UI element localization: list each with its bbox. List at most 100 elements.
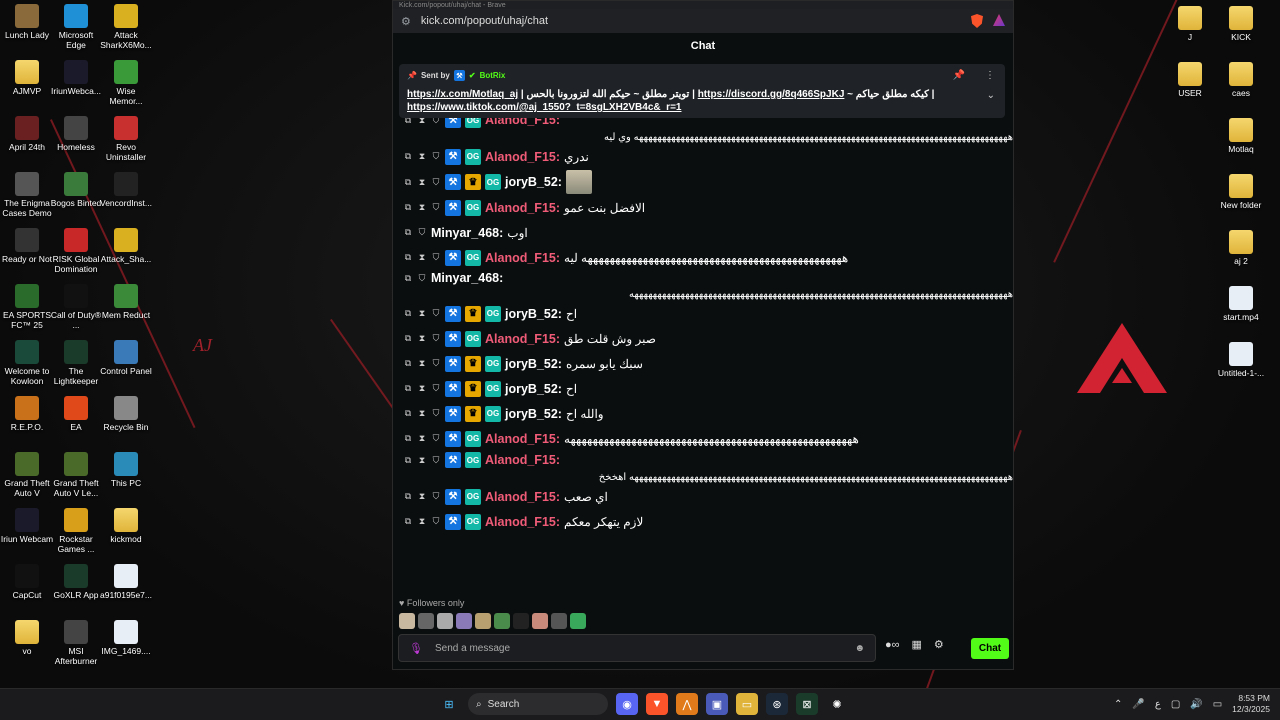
emote[interactable] [570, 613, 586, 629]
pinned-link-tiktok[interactable]: https://www.tiktok.com/@aj_1550?_t=8sgLX… [407, 102, 681, 113]
delete-icon[interactable]: ⧉ [403, 151, 413, 162]
timeout-icon[interactable]: ⧗ [417, 252, 427, 263]
timeout-icon[interactable]: ⧗ [417, 433, 427, 444]
message-input[interactable]: 🎙 Send a message ☻ [398, 634, 876, 662]
desktop-icon[interactable]: IriunWebca... [49, 60, 103, 96]
timeout-icon[interactable]: ⧗ [417, 308, 427, 319]
chat-username[interactable]: Alanod_F15: [485, 201, 560, 215]
delete-icon[interactable]: ⧉ [403, 252, 413, 263]
ban-icon[interactable]: ⛉ [431, 151, 441, 162]
emote[interactable] [494, 613, 510, 629]
desktop-icon[interactable]: Attack SharkX6Mo... [99, 4, 153, 50]
delete-icon[interactable]: ⧉ [403, 273, 413, 284]
chat-message[interactable]: ⧉ ⧗ ⛉ ⚒ ♛ OG joryB_52: اح [403, 301, 1013, 326]
timeout-icon[interactable]: ⧗ [417, 177, 427, 188]
desktop-icon[interactable]: caes [1214, 62, 1268, 98]
desktop-icon[interactable]: aj 2 [1214, 230, 1268, 266]
chat-message[interactable]: ⧉ ⛉ Minyar_468: اوب [403, 220, 1013, 245]
emote-image[interactable] [565, 170, 592, 194]
desktop-icon[interactable]: Lunch Lady [0, 4, 54, 40]
settings-icon[interactable]: ⚙ [934, 638, 944, 651]
desktop-icon[interactable]: IMG_1469.... [99, 620, 153, 656]
delete-icon[interactable]: ⧉ [403, 455, 413, 466]
store-icon[interactable]: ▦ [912, 638, 922, 651]
desktop-icon[interactable]: RISK Global Domination [49, 228, 103, 274]
chat-message[interactable]: ⧉ ⧗ ⛉ ⚒ OG Alanod_F15: ههههههههههههههههههههههه… [403, 451, 1013, 484]
desktop-icon[interactable]: Revo Uninstaller [99, 116, 153, 162]
chat-message[interactable]: ⧉ ⧗ ⛉ ⚒ ♛ OG joryB_52: [403, 169, 1013, 195]
timeout-icon[interactable]: ⧗ [417, 455, 427, 466]
desktop-icon[interactable]: Attack_Sha... [99, 228, 153, 264]
desktop-icon[interactable]: AJMVP [0, 60, 54, 96]
chatgpt-icon[interactable]: ✺ [826, 693, 848, 715]
teams-icon[interactable]: ▣ [706, 693, 728, 715]
chat-messages[interactable]: ⧉ ⧗ ⛉ ⚒ OG Alanod_F15: ههههههههههههههههههههههه… [393, 111, 1013, 591]
desktop-icon[interactable]: a91f0195e7... [99, 564, 153, 600]
chevron-down-icon[interactable]: ⌄ [987, 90, 995, 101]
desktop-icon[interactable]: Control Panel [99, 340, 153, 376]
chat-username[interactable]: joryB_52: [505, 382, 562, 396]
desktop-icon[interactable]: R.E.P.O. [0, 396, 54, 432]
timeout-icon[interactable]: ⧗ [417, 383, 427, 394]
ban-icon[interactable]: ⛉ [431, 202, 441, 213]
file-explorer-icon[interactable]: ▭ [736, 693, 758, 715]
desktop-icon[interactable]: start.mp4 [1214, 286, 1268, 322]
delete-icon[interactable]: ⧉ [403, 358, 413, 369]
delete-icon[interactable]: ⧉ [403, 202, 413, 213]
delete-icon[interactable]: ⧉ [403, 408, 413, 419]
discord-icon[interactable]: ◉ [616, 693, 638, 715]
chevron-up-icon[interactable]: ⌃ [1114, 699, 1122, 710]
delete-icon[interactable]: ⧉ [403, 177, 413, 188]
app-icon[interactable]: ⋀ [676, 693, 698, 715]
ban-icon[interactable]: ⛉ [431, 383, 441, 394]
desktop-icon[interactable]: Ready or Not [0, 228, 54, 264]
brave-rewards-icon[interactable] [993, 14, 1005, 26]
taskbar-search[interactable]: ⌕ Search [468, 693, 608, 715]
chat-username[interactable]: Alanod_F15: [485, 251, 560, 265]
chat-username[interactable]: Alanod_F15: [485, 332, 560, 346]
desktop-icon[interactable]: GoXLR App [49, 564, 103, 600]
site-settings-icon[interactable]: ⚙ [401, 15, 411, 28]
delete-icon[interactable]: ⧉ [403, 383, 413, 394]
brave-icon[interactable]: ▼ [646, 693, 668, 715]
desktop-icon[interactable]: EA SPORTS FC™ 25 [0, 284, 54, 330]
desktop-icon[interactable]: Wise Memor... [99, 60, 153, 106]
chat-username[interactable]: Alanod_F15: [485, 515, 560, 529]
desktop-icon[interactable]: Rockstar Games ... [49, 508, 103, 554]
timeout-icon[interactable]: ⧗ [417, 333, 427, 344]
chat-username[interactable]: Alanod_F15: [485, 150, 560, 164]
desktop-icon[interactable]: CapCut [0, 564, 54, 600]
desktop-icon[interactable]: The Enigma Cases Demo [0, 172, 54, 218]
chat-username[interactable]: joryB_52: [505, 357, 562, 371]
microphone-tray-icon[interactable]: 🎤 [1132, 699, 1144, 710]
kicks-icon[interactable]: ●∞ [885, 639, 900, 651]
desktop-icon[interactable]: New folder [1214, 174, 1268, 210]
ban-icon[interactable]: ⛉ [431, 333, 441, 344]
delete-icon[interactable]: ⧉ [403, 491, 413, 502]
desktop-icon[interactable]: Iriun Webcam [0, 508, 54, 544]
desktop-icon[interactable]: vo [0, 620, 54, 656]
timeout-icon[interactable]: ⧗ [417, 491, 427, 502]
chat-message[interactable]: ⧉ ⧗ ⛉ ⚒ ♛ OG joryB_52: اح [403, 376, 1013, 401]
unpin-icon[interactable]: 📌 [953, 70, 965, 81]
chat-message[interactable]: ⧉ ⧗ ⛉ ⚒ OG Alanod_F15: الافضل بنت عمو [403, 195, 1013, 220]
chat-username[interactable]: Alanod_F15: [485, 432, 560, 446]
pinned-link-x[interactable]: https://x.com/Motlaq_aj [407, 89, 518, 100]
desktop-icon[interactable]: Welcome to Kowloon [0, 340, 54, 386]
desktop-icon[interactable]: Grand Theft Auto V Le... [49, 452, 103, 498]
emote[interactable] [437, 613, 453, 629]
ban-icon[interactable]: ⛉ [431, 358, 441, 369]
desktop-icon[interactable]: kickmod [99, 508, 153, 544]
ban-icon[interactable]: ⛉ [431, 455, 441, 466]
chat-username[interactable]: Minyar_468: [431, 226, 503, 240]
timeout-icon[interactable]: ⧗ [417, 408, 427, 419]
desktop-icon[interactable]: This PC [99, 452, 153, 488]
ban-icon[interactable]: ⛉ [431, 177, 441, 188]
chat-message[interactable]: ⧉ ⧗ ⛉ ⚒ OG Alanod_F15: ههههههههههههههههههههههه… [403, 245, 1013, 270]
chat-message[interactable]: ⧉ ⧗ ⛉ ⚒ OG Alanod_F15: ههههههههههههههههههههههه… [403, 426, 1013, 451]
timeout-icon[interactable]: ⧗ [417, 516, 427, 527]
ban-icon[interactable]: ⛉ [417, 227, 427, 238]
emote[interactable] [418, 613, 434, 629]
goxlr-icon[interactable]: ⊠ [796, 693, 818, 715]
emote[interactable] [399, 613, 415, 629]
